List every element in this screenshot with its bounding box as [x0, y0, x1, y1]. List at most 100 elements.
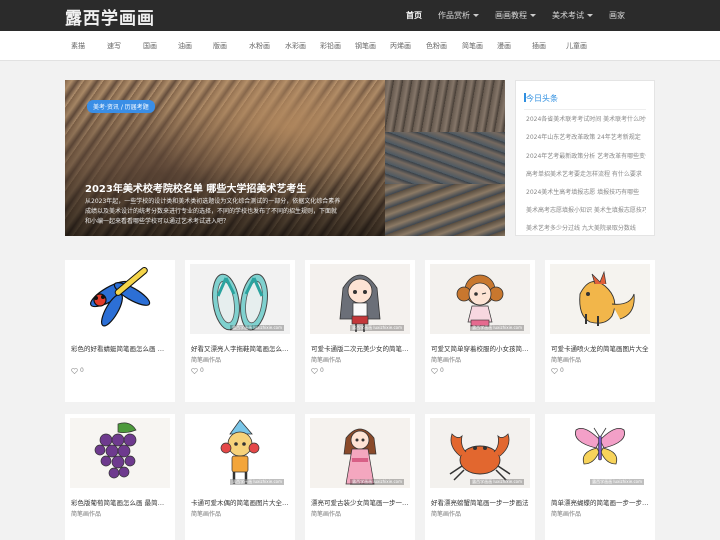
like-counter[interactable]: 0	[311, 367, 324, 374]
subnav-item[interactable]: 水粉画	[249, 31, 270, 61]
card-title[interactable]: 彩色的好看蜻蜓简笔画怎么画 蜻蜓画法	[71, 343, 169, 353]
heart-icon	[551, 367, 558, 374]
dragonfly-drawing	[70, 264, 170, 334]
card-thumbnail[interactable]: 露西学画画 luxizhixie.com	[550, 418, 650, 488]
headlines-panel: 今日头条 2024各省美术联考考试时间 美术联考什么时候 2024年山东艺考改革…	[515, 80, 655, 236]
artwork-card[interactable]: 露西学画画 luxizhixie.com 可爱卡通版二次元美少女的简笔画图片 简…	[305, 260, 415, 402]
site-logo-text: 露西学画画	[65, 8, 155, 29]
card-category[interactable]: 简笔画作品	[311, 355, 341, 364]
hero-thumb[interactable]	[385, 132, 505, 184]
subnav-item[interactable]: 油画	[178, 31, 192, 61]
subnav-item[interactable]: 彩铅画	[320, 31, 341, 61]
artwork-card[interactable]: 露西学画画 luxizhixie.com 漂亮可爱古装少女简笔画一步一步画 简笔…	[305, 414, 415, 540]
card-thumbnail[interactable]: 露西学画画 luxizhixie.com	[430, 418, 530, 488]
menu-artworks[interactable]: 作品赏析	[430, 0, 487, 31]
chevron-down-icon	[587, 14, 593, 17]
like-counter[interactable]: 0	[431, 367, 444, 374]
divider	[524, 109, 646, 110]
card-title[interactable]: 可爱又简单穿着校服的小女孩简笔画	[431, 343, 529, 353]
card-category[interactable]: 简笔画作品	[551, 355, 581, 364]
hero-desc-line: 和小编一起来看看哪些学校可以通过艺术考试进入吧？	[85, 218, 230, 225]
card-title[interactable]: 彩色版葡萄简笔画怎么画 最简单葡萄	[71, 497, 169, 507]
card-thumbnail[interactable]: 露西学画画 luxizhixie.com	[190, 264, 290, 334]
like-count: 0	[200, 367, 204, 374]
headline-link[interactable]: 美术艺考多少分过线 九大美院录取分数线	[526, 223, 646, 233]
watermark-text: 露西学画画 luxizhixie.com	[470, 325, 524, 331]
subnav-item[interactable]: 版画	[213, 31, 227, 61]
subnav-item[interactable]: 水彩画	[285, 31, 306, 61]
card-category[interactable]: 简笔画作品	[311, 509, 341, 518]
artwork-card[interactable]: 露西学画画 luxizhixie.com 好看又漂亮人字拖鞋简笔画怎么画步骤 简…	[185, 260, 295, 402]
headline-link[interactable]: 2024各省美术联考考试时间 美术联考什么时候	[526, 114, 646, 124]
artwork-card[interactable]: 露西学画画 luxizhixie.com 可爱又简单穿着校服的小女孩简笔画 简笔…	[425, 260, 535, 402]
headline-link[interactable]: 2024美术生高考填报志愿 填报技巧有哪些	[526, 187, 646, 197]
card-title[interactable]: 简单漂亮蝴蝶的简笔画一步一步教程	[551, 497, 649, 507]
hero-category-badge[interactable]: 美考·资讯 / 历届考题	[87, 100, 155, 113]
hero-carousel: 美考·资讯 / 历届考题 2023年美术校考院校名单 哪些大学招美术艺考生 从2…	[65, 80, 505, 236]
subnav-item[interactable]: 简笔画	[462, 31, 483, 61]
watermark-text: 露西学画画 luxizhixie.com	[230, 325, 284, 331]
headline-link[interactable]: 2024年山东艺考改革政策 24年艺考新规定	[526, 132, 646, 142]
hero-thumb[interactable]	[385, 80, 505, 132]
artwork-card[interactable]: 彩色的好看蜻蜓简笔画怎么画 蜻蜓画法 0	[65, 260, 175, 402]
subnav-item[interactable]: 色粉画	[426, 31, 447, 61]
like-count: 0	[560, 367, 564, 374]
subnav-item[interactable]: 丙烯画	[390, 31, 411, 61]
card-category[interactable]: 简笔画作品	[191, 355, 221, 364]
card-category[interactable]: 简笔画作品	[551, 509, 581, 518]
card-category[interactable]: 简笔画作品	[71, 509, 101, 518]
subnav-item[interactable]: 漫画	[497, 31, 511, 61]
site-logo[interactable]: 露西学画画	[65, 5, 155, 29]
card-title[interactable]: 可爱卡通版二次元美少女的简笔画图片	[311, 343, 409, 353]
card-thumbnail[interactable]	[550, 264, 650, 334]
card-title[interactable]: 好看漂亮螃蟹简笔画一步一步画法	[431, 497, 529, 507]
artwork-card[interactable]: 露西学画画 luxizhixie.com 简单漂亮蝴蝶的简笔画一步一步教程 简笔…	[545, 414, 655, 540]
subnav-item[interactable]: 速写	[107, 31, 121, 61]
menu-home[interactable]: 首页	[398, 0, 430, 31]
headline-link[interactable]: 高考单招美术艺考要走怎样流程 有什么要求	[526, 169, 646, 179]
menu-artists-label: 画家	[609, 11, 625, 20]
card-thumbnail[interactable]: 露西学画画 luxizhixie.com	[190, 418, 290, 488]
subnav-item[interactable]: 国画	[143, 31, 157, 61]
like-counter[interactable]: 0	[191, 367, 204, 374]
subnav-item[interactable]: 素描	[71, 31, 85, 61]
card-category[interactable]: 简笔画作品	[431, 355, 461, 364]
flip-flops-drawing	[190, 264, 290, 334]
menu-exams[interactable]: 美术考试	[544, 0, 601, 31]
card-title[interactable]: 可爱卡通喷火龙的简笔画图片大全	[551, 343, 649, 353]
card-title[interactable]: 漂亮可爱古装少女简笔画一步一步画	[311, 497, 409, 507]
subnav-item[interactable]: 儿童画	[566, 31, 587, 61]
hero-desc-line: 从2023年起，一些学校的设计类和美术类初选题设为文化综合测试的一部分，依据文化…	[85, 198, 341, 205]
crab-drawing	[430, 418, 530, 488]
hero-description: 从2023年起，一些学校的设计类和美术类初选题设为文化综合测试的一部分，依据文化…	[85, 197, 381, 227]
hero-desc-line: 成绩以及美术设计的统考分数来进行专业的选择，不同的学校也发布了不同的招生规则，下…	[85, 208, 338, 215]
grapes-drawing	[70, 418, 170, 488]
card-thumbnail[interactable]: 露西学画画 luxizhixie.com	[310, 264, 410, 334]
watermark-text: 露西学画画 luxizhixie.com	[470, 479, 524, 485]
headlines-title: 今日头条	[526, 94, 558, 103]
subnav-item[interactable]: 钢笔画	[355, 31, 376, 61]
like-counter[interactable]: 0	[71, 367, 84, 374]
hero-thumb[interactable]	[385, 184, 505, 236]
card-category[interactable]: 简笔画作品	[191, 509, 221, 518]
headline-link[interactable]: 美术高考志愿填报小知识 美术生填报志愿技巧	[526, 205, 646, 215]
fire-dragon-drawing	[550, 264, 650, 334]
artwork-card[interactable]: 露西学画画 luxizhixie.com 好看漂亮螃蟹简笔画一步一步画法 简笔画…	[425, 414, 535, 540]
card-title[interactable]: 卡通可爱木偶的简笔画图片大全 好看	[191, 497, 289, 507]
subnav-item[interactable]: 插画	[532, 31, 546, 61]
like-counter[interactable]: 0	[551, 367, 564, 374]
card-thumbnail[interactable]: 露西学画画 luxizhixie.com	[430, 264, 530, 334]
card-thumbnail[interactable]	[70, 264, 170, 334]
headline-link[interactable]: 2024年艺考最新政策分析 艺考改革有哪些变化	[526, 151, 646, 161]
menu-tutorials[interactable]: 画画教程	[487, 0, 544, 31]
menu-artists[interactable]: 画家	[601, 0, 633, 31]
card-category[interactable]: 简笔画作品	[431, 509, 461, 518]
chevron-down-icon	[530, 14, 536, 17]
card-thumbnail[interactable]: 露西学画画 luxizhixie.com	[310, 418, 410, 488]
artwork-card[interactable]: 露西学画画 luxizhixie.com 卡通可爱木偶的简笔画图片大全 好看 简…	[185, 414, 295, 540]
hero-title[interactable]: 2023年美术校考院校名单 哪些大学招美术艺考生	[85, 180, 385, 195]
card-title[interactable]: 好看又漂亮人字拖鞋简笔画怎么画步骤	[191, 343, 289, 353]
artwork-card[interactable]: 彩色版葡萄简笔画怎么画 最简单葡萄 简笔画作品	[65, 414, 175, 540]
card-thumbnail[interactable]	[70, 418, 170, 488]
artwork-card[interactable]: 可爱卡通喷火龙的简笔画图片大全 简笔画作品 0	[545, 260, 655, 402]
